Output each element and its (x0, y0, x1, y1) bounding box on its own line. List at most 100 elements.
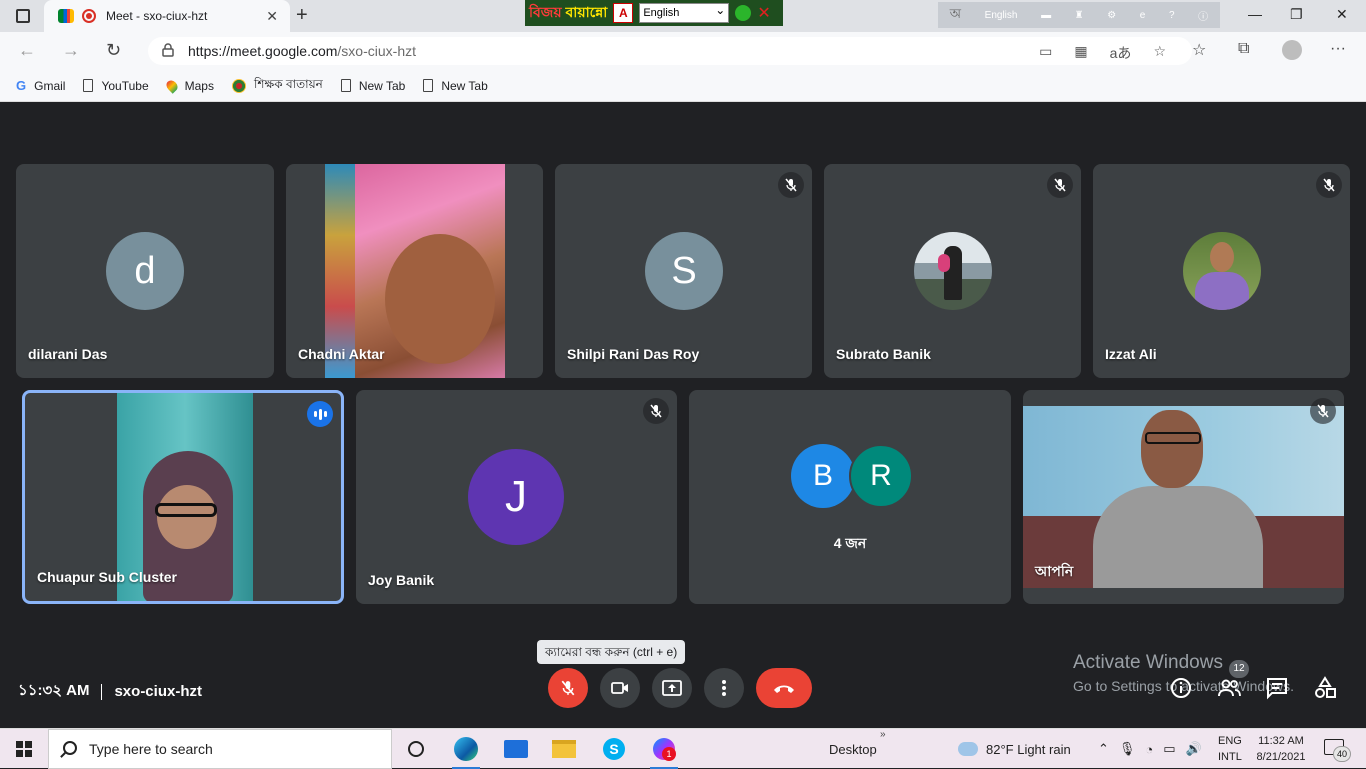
bijoy-add-icon[interactable] (735, 5, 752, 21)
bookmark-gmail[interactable]: G Gmail (16, 78, 65, 93)
battery-icon[interactable]: ▭ (1163, 741, 1175, 757)
new-tab-button[interactable]: + (296, 4, 308, 27)
file-explorer-icon[interactable] (550, 735, 578, 763)
participant-name: dilarani Das (28, 346, 108, 362)
keyboard-icon[interactable]: ▬ (1041, 10, 1051, 21)
add-favorite-icon[interactable]: ☆ (1153, 43, 1166, 63)
mic-off-icon (561, 680, 575, 696)
skype-icon[interactable]: S (600, 735, 628, 763)
participant-tile-joy[interactable]: J Joy Banik (356, 390, 677, 604)
recording-icon (82, 9, 96, 23)
read-aloud-icon[interactable]: aあ (1110, 43, 1132, 63)
camera-tooltip: ক্যামেরা বন্ধ করুন (ctrl + e) (537, 640, 686, 664)
settings-gear-icon[interactable]: ⚙ (1107, 10, 1116, 21)
mail-icon[interactable] (502, 735, 530, 763)
mic-off-icon (1316, 172, 1342, 198)
profile-avatar-icon[interactable] (1282, 40, 1302, 60)
participant-group-tile[interactable]: B R 4 জন (689, 390, 1011, 604)
reload-icon[interactable]: ↻ (106, 40, 121, 61)
more-options-button[interactable] (704, 668, 744, 708)
cortana-icon[interactable] (402, 735, 430, 763)
tab-actions-icon[interactable] (16, 9, 30, 23)
avatar: d (106, 232, 184, 310)
bookmark-maps[interactable]: Maps (163, 77, 214, 94)
notification-count: 40 (1333, 746, 1351, 762)
camera-in-use-icon[interactable]: ▭ (1039, 43, 1052, 63)
ie-icon[interactable]: e (1140, 10, 1146, 21)
help-icon[interactable]: ? (1169, 10, 1175, 21)
chat-icon[interactable] (1264, 676, 1290, 700)
meeting-clock: ১১:৩২ AM (18, 682, 90, 699)
taskbar-search[interactable]: Type here to search (48, 729, 392, 769)
participant-tile-dilarani[interactable]: d dilarani Das (16, 164, 274, 378)
bookmarks-bar: G Gmail YouTube Maps শিক্ষক বাতায়ন New T… (0, 70, 1366, 102)
page-icon (340, 79, 351, 92)
url-host: https://meet.google.com (188, 43, 338, 59)
bookmark-shikkhok-batayon[interactable]: শিক্ষক বাতায়ন (231, 76, 323, 96)
tool-icon[interactable]: ♜ (1075, 10, 1084, 21)
ime-language-label[interactable]: English (985, 10, 1018, 21)
input-language[interactable]: ENG INTL (1218, 733, 1242, 765)
bookmark-new-tab-1[interactable]: New Tab (340, 79, 405, 93)
bijoy-close-icon[interactable]: ✕ (757, 3, 770, 23)
mic-off-icon (1310, 398, 1336, 424)
participant-name: আপনি (1035, 563, 1074, 579)
weather-widget[interactable]: 82°F Light rain (958, 729, 1071, 769)
chevron-up-icon[interactable]: ⌃ (1098, 741, 1109, 757)
edge-browser-icon[interactable] (452, 735, 480, 769)
window-close-icon[interactable]: ✕ (1336, 6, 1348, 23)
taskbar-clock[interactable]: 11:32 AM 8/21/2021 (1254, 733, 1308, 765)
collections-icon[interactable]: ⧉ (1238, 40, 1249, 58)
leave-call-button[interactable] (756, 668, 812, 708)
bijoy-a-icon[interactable]: A (613, 3, 634, 23)
messenger-icon[interactable]: 1 (650, 735, 678, 769)
info-icon[interactable]: ⓘ (1198, 8, 1208, 23)
mic-off-icon (643, 398, 669, 424)
people-icon[interactable] (1216, 676, 1242, 700)
desktop-toolbar[interactable]: Desktop (829, 729, 877, 769)
participant-name: Chadni Aktar (298, 346, 385, 362)
divider (101, 683, 103, 700)
meeting-info-icon[interactable] (1168, 676, 1194, 700)
bijoy-language-select[interactable]: English (639, 1, 730, 23)
bangla-glyph-icon[interactable]: অ (950, 5, 961, 26)
activities-icon[interactable] (1312, 676, 1338, 700)
present-screen-button[interactable] (652, 668, 692, 708)
notification-center-icon[interactable]: 40 (1324, 739, 1351, 762)
minimize-icon[interactable]: — (1248, 6, 1262, 22)
browser-tab-meet[interactable]: Meet - sxo-ciux-hzt ✕ (44, 0, 290, 32)
toolbar-overflow-icon[interactable]: » (880, 729, 886, 740)
bookmark-new-tab-2[interactable]: New Tab (423, 79, 488, 93)
more-menu-icon[interactable]: ··· (1330, 40, 1346, 58)
page-icon (423, 79, 434, 92)
favorites-icon[interactable]: ☆ (1192, 40, 1206, 60)
tab-title: Meet - sxo-ciux-hzt (106, 9, 208, 23)
bookmark-youtube[interactable]: YouTube (83, 79, 149, 93)
participant-tile-subrato[interactable]: Subrato Banik (824, 164, 1081, 378)
network-icon[interactable]: ◔ (1145, 742, 1153, 757)
microphone-icon[interactable]: 🎙 (1119, 741, 1136, 757)
participant-name: Izzat Ali (1105, 346, 1157, 362)
search-placeholder: Type here to search (89, 741, 213, 757)
participant-tile-izzat[interactable]: Izzat Ali (1093, 164, 1350, 378)
camera-toggle-button[interactable] (600, 668, 640, 708)
participant-tile-chuapur[interactable]: Chuapur Sub Cluster (22, 390, 344, 604)
forward-arrow-icon[interactable]: → (62, 40, 80, 61)
avatar (914, 232, 992, 310)
govt-seal-icon (231, 78, 246, 93)
maximize-icon[interactable]: ❐ (1290, 6, 1303, 23)
back-arrow-icon[interactable]: ← (18, 40, 36, 61)
url-field[interactable]: https://meet.google.com/sxo-ciux-hzt ▭ ▦… (148, 37, 1192, 65)
avatar: J (468, 449, 564, 545)
bijoy-brand: বিজয় বায়ান্নো (529, 4, 608, 20)
mic-toggle-button[interactable] (548, 668, 588, 708)
windows-start-icon[interactable] (16, 741, 32, 757)
participant-tile-shilpi[interactable]: S Shilpi Rani Das Roy (555, 164, 812, 378)
volume-icon[interactable]: 🔊 (1186, 741, 1202, 757)
page-icon (83, 79, 94, 92)
apps-grid-icon[interactable]: ▦ (1074, 43, 1087, 63)
system-tray-icons: ⌃ 🎙 ◔ ▭ 🔊 (1098, 729, 1202, 769)
participant-tile-self[interactable]: আপনি (1023, 390, 1344, 604)
participant-tile-chadni[interactable]: Chadni Aktar (286, 164, 543, 378)
close-tab-icon[interactable]: ✕ (266, 8, 278, 25)
